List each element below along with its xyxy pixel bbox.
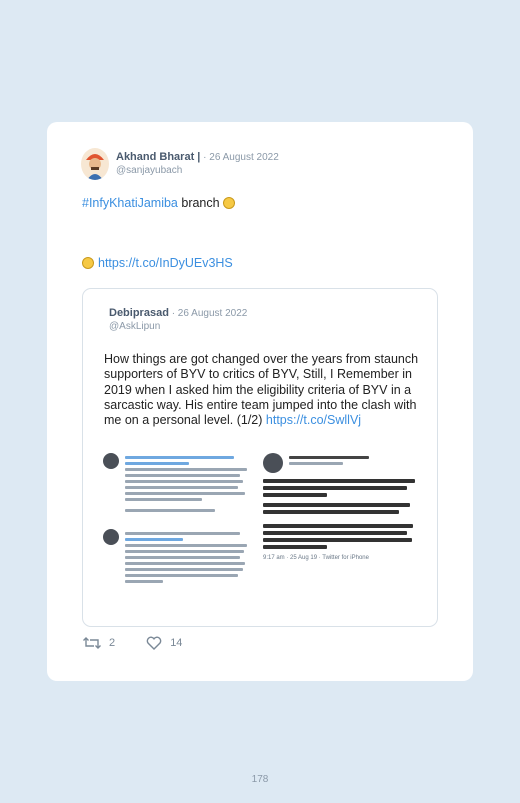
quoted-date[interactable]: · 26 August 2022 <box>169 308 248 319</box>
quoted-text-body: How things are got changed over the year… <box>104 352 419 428</box>
retweet-button[interactable]: 2 <box>83 636 115 650</box>
heart-icon <box>146 636 162 650</box>
hashtag-link[interactable]: #InfyKhatiJamiba <box>82 196 178 210</box>
embedded-screenshot-left <box>103 453 253 613</box>
mini-avatar <box>103 453 119 469</box>
embedded-footer: 9:17 am · 25 Aug 19 · Twitter for iPhone <box>263 555 369 561</box>
mini-avatar <box>263 453 283 473</box>
retweet-icon <box>83 637 101 649</box>
tweet-link[interactable]: https://t.co/InDyUEv3HS <box>98 256 233 270</box>
quoted-handle[interactable]: @AskLipun <box>109 321 160 332</box>
tweet-actions: 2 14 <box>83 636 210 650</box>
tweet-text: #InfyKhatiJamiba branch <box>82 196 236 210</box>
smile-emoji-icon <box>223 197 236 209</box>
mini-avatar <box>103 529 119 545</box>
embedded-screenshot-right: 9:17 am · 25 Aug 19 · Twitter for iPhone <box>263 453 423 613</box>
like-count: 14 <box>170 636 183 649</box>
page-number: 178 <box>251 774 269 785</box>
author-handle[interactable]: @sanjayubach <box>116 165 182 176</box>
avatar[interactable] <box>81 148 109 180</box>
tweet-date[interactable]: · 26 August 2022 <box>200 152 279 163</box>
laugh-emoji-icon <box>82 257 94 269</box>
quoted-tweet[interactable]: Debiprasad · 26 August 2022 @AskLipun Ho… <box>82 288 438 627</box>
quoted-author-name[interactable]: Debiprasad <box>109 307 169 319</box>
like-button[interactable]: 14 <box>146 636 182 650</box>
quoted-text: How things are got changed over the year… <box>104 352 424 428</box>
retweet-count: 2 <box>109 636 116 649</box>
tweet-text-body: branch <box>177 196 224 210</box>
author-name[interactable]: Akhand Bharat | <box>116 151 200 163</box>
tweet-link-line: https://t.co/InDyUEv3HS <box>82 256 233 270</box>
quoted-link[interactable]: https://t.co/SwllVj <box>266 413 361 427</box>
tweet-card: Akhand Bharat | · 26 August 2022 @sanjay… <box>47 122 473 681</box>
quoted-author: Debiprasad · 26 August 2022 <box>109 307 247 319</box>
tweet-author: Akhand Bharat | · 26 August 2022 <box>116 151 279 164</box>
